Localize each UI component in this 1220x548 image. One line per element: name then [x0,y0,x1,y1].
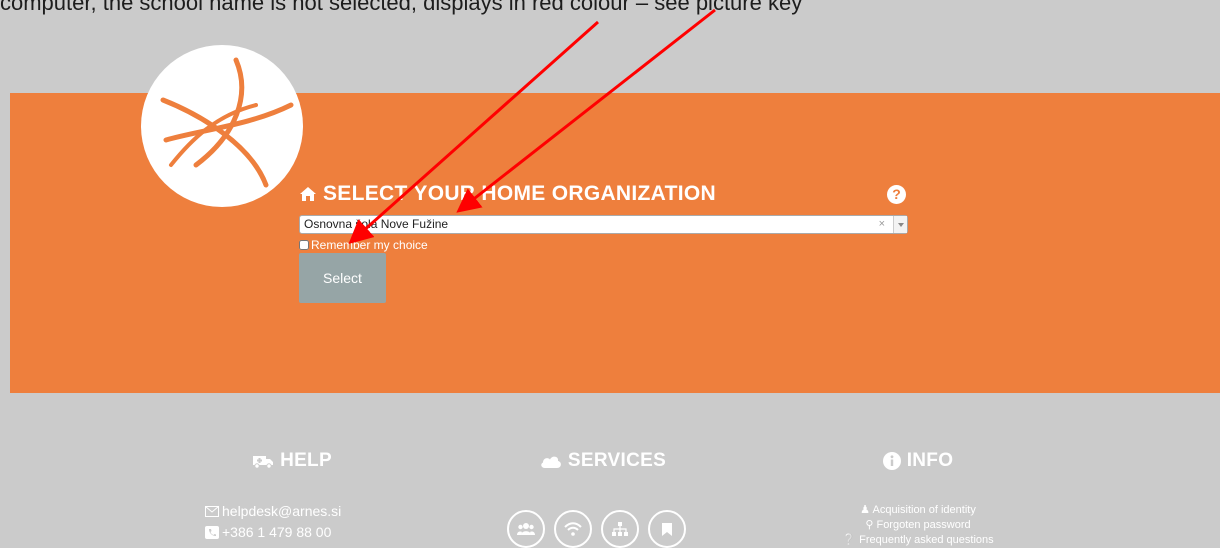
remember-choice[interactable]: Remember my choice [299,238,428,252]
ambulance-icon [253,456,274,469]
footer-services: SERVICES [503,450,703,472]
tutorial-caption: computer, the school name is not selecte… [0,0,803,15]
key-icon: ⚲ [865,519,874,531]
info-icon [882,452,901,470]
help-title: HELP [280,450,332,471]
services-title: SERVICES [567,450,667,471]
info-link-faq-text: Frequently asked questions [859,534,994,546]
help-phone-text: +386 1 479 88 00 [222,524,332,540]
organization-value: Osnovna šola Nove Fužine [304,217,449,231]
arnes-logo [141,45,303,207]
home-icon [300,187,316,201]
service-icons [507,510,686,548]
sitemap-icon[interactable] [601,510,639,548]
remember-checkbox[interactable] [299,240,309,250]
heading-text: SELECT YOUR HOME ORGANIZATION [323,182,716,205]
cloud-icon [541,456,561,468]
bookmark-icon[interactable] [648,510,686,548]
info-link-password-text: Forgoten password [876,519,971,531]
phone-icon [205,525,219,539]
info-link-identity[interactable]: ♟ Acquisition of identity [768,503,1068,516]
page-title: SELECT YOUR HOME ORGANIZATION [299,180,716,208]
question-icon: ❔ [842,534,857,546]
chevron-down-icon[interactable] [893,216,907,233]
user-icon: ♟ [860,504,871,516]
users-icon[interactable] [507,510,545,548]
help-email[interactable]: helpdesk@arnes.si [205,503,341,519]
help-icon[interactable]: ? [887,185,906,204]
footer-info: INFO [818,450,1018,472]
clear-icon[interactable]: × [879,216,885,233]
info-title: INFO [906,450,954,471]
envelope-icon [205,505,219,517]
logo-icon [160,57,294,188]
help-phone[interactable]: +386 1 479 88 00 [205,524,331,540]
info-link-faq[interactable]: ❔ Frequently asked questions [768,533,1068,546]
footer-help: HELP [192,450,392,472]
organization-select[interactable]: Osnovna šola Nove Fužine × [299,215,908,234]
info-link-identity-text: Acquisition of identity [872,504,976,516]
remember-label: Remember my choice [311,238,428,252]
help-email-text: helpdesk@arnes.si [222,503,342,519]
info-link-password[interactable]: ⚲ Forgoten password [768,518,1068,531]
select-button[interactable]: Select [299,253,386,303]
wifi-icon[interactable] [554,510,592,548]
